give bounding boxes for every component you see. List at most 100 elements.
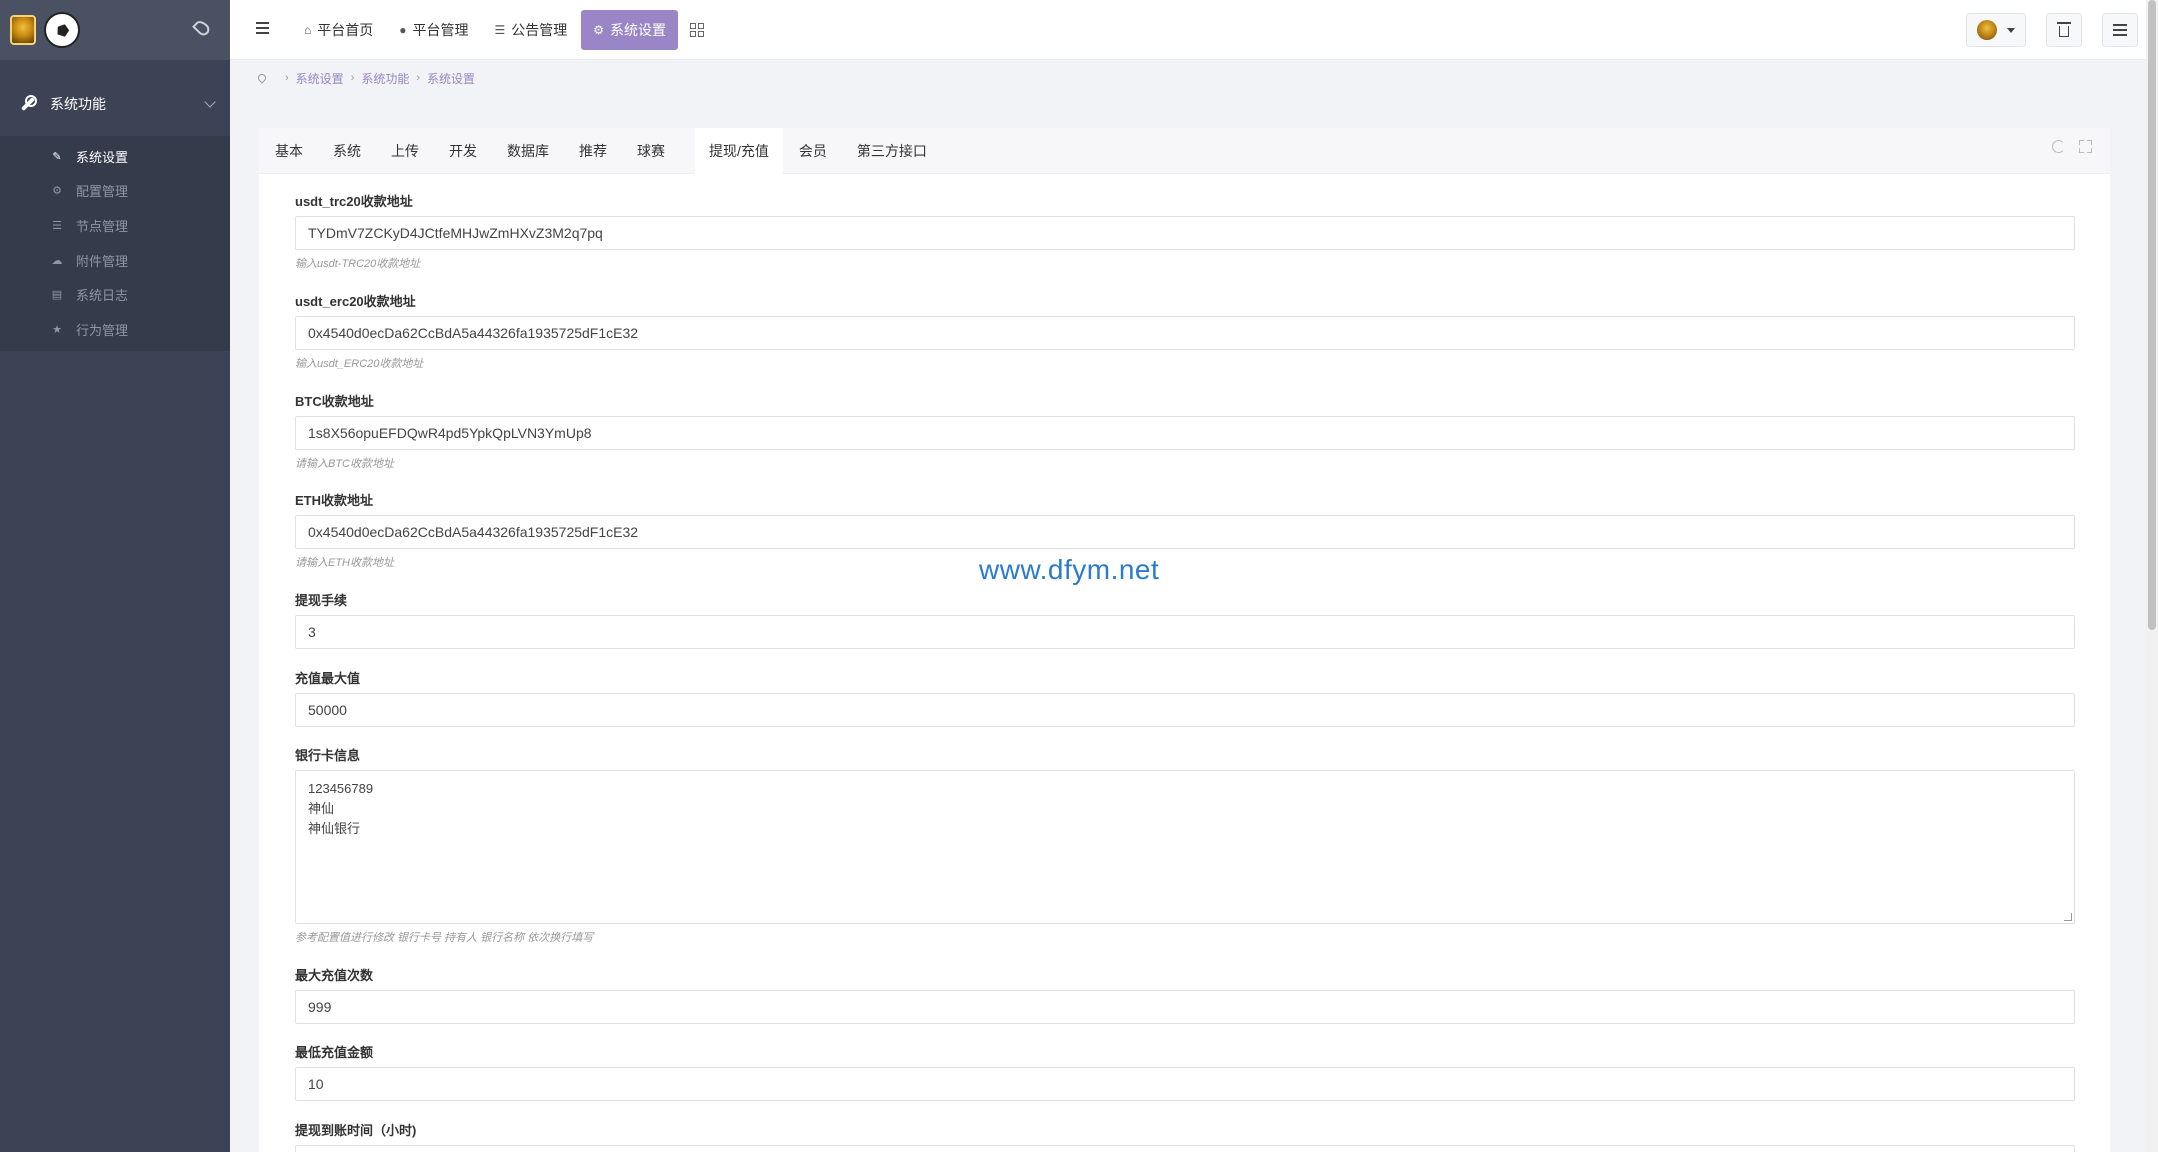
field-label: 提现到账时间（小时) (295, 1123, 417, 1138)
sidebar-item-nodes[interactable]: ☰ 节点管理 (0, 208, 230, 243)
field-arrival-time: 提现到账时间（小时) (295, 1123, 2075, 1152)
tab-upload[interactable]: 上传 (391, 128, 419, 174)
withdraw-fee-input[interactable]: 3 (295, 615, 2075, 649)
home-icon: ⌂ (304, 23, 312, 37)
sidebar-item-logs[interactable]: ▤ 系统日志 (0, 277, 230, 312)
cloud-icon: ☁ (51, 254, 63, 267)
field-usdt-erc20: usdt_erc20收款地址 0x4540d0ecDa62CcBdA5a4432… (295, 294, 2075, 371)
tab-recommend[interactable]: 推荐 (579, 128, 607, 174)
field-label: BTC收款地址 (295, 394, 374, 409)
field-min-amount: 最低充值金额 10 (295, 1045, 2075, 1101)
nav-notice[interactable]: ☰ 公告管理 (483, 10, 580, 50)
settings-tabs: 基本 系统 上传 开发 数据库 推荐 球赛 提现/充值 会员 第三方接口 (259, 127, 2110, 174)
field-help: 参考配置值进行修改 银行卡号 持有人 银行名称 依次换行填写 (295, 932, 594, 944)
textarea-line: 神仙银行 (308, 821, 361, 836)
grid-icon[interactable] (690, 22, 705, 38)
cogs-icon: ⚙ (52, 185, 62, 198)
user-menu-button[interactable] (1966, 13, 2026, 47)
sidebar-item-label: 系统设置 (76, 149, 129, 165)
field-label: 银行卡信息 (295, 748, 361, 763)
btc-input[interactable]: 1s8X56opuEFDQwR4pd5YpkQpLVN3YmUp8 (295, 416, 2075, 450)
sidebar-group-system[interactable]: 系统功能 (0, 72, 230, 136)
page-scrollbar[interactable] (2146, 0, 2158, 1152)
max-times-input[interactable]: 999 (295, 990, 2075, 1024)
tab-database[interactable]: 数据库 (507, 128, 549, 174)
wrench-icon: ✎ (52, 150, 62, 163)
field-help: 请输入ETH收款地址 (295, 557, 394, 569)
field-label: ETH收款地址 (295, 493, 374, 508)
usdt-erc20-input[interactable]: 0x4540d0ecDa62CcBdA5a44326fa1935725dF1cE… (295, 316, 2075, 350)
trash-icon (2057, 22, 2071, 37)
tab-basic[interactable]: 基本 (275, 128, 303, 174)
breadcrumb-separator: › (416, 72, 421, 84)
tab-third-party[interactable]: 第三方接口 (857, 128, 927, 174)
breadcrumb-separator: › (350, 72, 355, 84)
tab-develop[interactable]: 开发 (449, 128, 477, 174)
tab-match[interactable]: 球赛 (637, 128, 665, 174)
sidebar-item-label: 配置管理 (76, 184, 129, 200)
field-label: usdt_trc20收款地址 (295, 194, 413, 209)
resize-handle-icon[interactable] (2064, 913, 2072, 921)
sidebar-item-system-settings[interactable]: ✎ 系统设置 (0, 139, 230, 174)
max-recharge-input[interactable]: 50000 (295, 693, 2075, 727)
nav-label: 公告管理 (511, 22, 568, 38)
sidebar-submenu: ✎ 系统设置 ⚙ 配置管理 ☰ 节点管理 ☁ 附件管理 ▤ 系统日志 ★ 行为管理 (0, 136, 230, 351)
sidebar-item-label: 系统日志 (76, 288, 129, 304)
usdt-trc20-input[interactable]: TYDmV7ZCKyD4JCtfeMHJwZmHXvZ3M2q7pq (295, 216, 2075, 250)
location-icon (256, 72, 268, 84)
field-help: 输入usdt-TRC20收款地址 (295, 258, 421, 270)
sidebar: 系统功能 ✎ 系统设置 ⚙ 配置管理 ☰ 节点管理 ☁ 附件管理 ▤ 系统日志 ★ 行为管理 (0, 0, 230, 1152)
field-bank-info: 银行卡信息 123456789 神仙 神仙银行 参考配置值进行修改 银行卡号 持… (295, 748, 2075, 945)
field-max-times: 最大充值次数 999 (295, 968, 2075, 1024)
tab-system[interactable]: 系统 (333, 128, 361, 174)
menu-toggle-icon[interactable] (256, 22, 269, 34)
sidebar-item-config[interactable]: ⚙ 配置管理 (0, 174, 230, 209)
min-amount-input[interactable]: 10 (295, 1067, 2075, 1101)
list-icon: ☰ (52, 219, 62, 232)
nav-label: 平台管理 (412, 22, 469, 38)
tab-withdraw-recharge[interactable]: 提现/充值 (695, 127, 783, 174)
tab-member[interactable]: 会员 (799, 128, 827, 174)
nav-label: 系统设置 (610, 22, 667, 38)
field-eth: ETH收款地址 0x4540d0ecDa62CcBdA5a44326fa1935… (295, 493, 2075, 570)
wrench-icon (20, 95, 37, 112)
arrival-time-input[interactable] (295, 1145, 2075, 1152)
theme-drop-icon[interactable] (192, 18, 212, 38)
list-icon: ☰ (494, 23, 506, 37)
user-icon: ● (399, 23, 407, 37)
club-logo-icon (10, 15, 36, 45)
breadcrumb-separator: › (285, 72, 289, 84)
field-withdraw-fee: 提现手续 3 (295, 593, 2075, 649)
clear-cache-button[interactable] (2046, 13, 2082, 47)
field-btc: BTC收款地址 1s8X56opuEFDQwR4pd5YpkQpLVN3YmUp… (295, 394, 2075, 471)
field-label: 提现手续 (295, 593, 348, 608)
breadcrumb-item[interactable]: 系统设置 (296, 70, 344, 87)
breadcrumb-item[interactable]: 系统功能 (361, 70, 409, 87)
field-max-recharge: 充值最大值 50000 (295, 671, 2075, 727)
scrollbar-thumb[interactable] (2148, 0, 2156, 630)
bank-info-textarea[interactable]: 123456789 神仙 神仙银行 (295, 770, 2075, 924)
nav-platform[interactable]: ● 平台管理 (387, 10, 480, 50)
top-header: ⌂ 平台首页 ● 平台管理 ☰ 公告管理 ⚙ 系统设置 (230, 0, 2158, 60)
soccer-ball-logo-icon (44, 12, 80, 48)
settings-panel-button[interactable] (2102, 13, 2138, 47)
gear-icon: ⚙ (593, 23, 605, 37)
refresh-icon[interactable] (2052, 140, 2065, 153)
eth-input[interactable]: 0x4540d0ecDa62CcBdA5a44326fa1935725dF1cE… (295, 515, 2075, 549)
textarea-line: 神仙 (308, 801, 335, 816)
sidebar-item-behavior[interactable]: ★ 行为管理 (0, 312, 230, 347)
nav-home[interactable]: ⌂ 平台首页 (292, 10, 385, 50)
field-help: 请输入BTC收款地址 (295, 458, 394, 470)
field-usdt-trc20: usdt_trc20收款地址 TYDmV7ZCKyD4JCtfeMHJwZmHX… (295, 194, 2075, 271)
nav-settings[interactable]: ⚙ 系统设置 (581, 10, 679, 50)
watermark: www.dfym.net (979, 554, 1160, 585)
breadcrumb-item[interactable]: 系统设置 (427, 70, 475, 87)
expand-icon[interactable] (2079, 140, 2092, 153)
avatar (1977, 20, 1997, 40)
sidebar-item-label: 节点管理 (76, 218, 129, 234)
chevron-down-icon (204, 96, 216, 108)
header-right-tools (1946, 13, 2138, 47)
sidebar-item-attachments[interactable]: ☁ 附件管理 (0, 243, 230, 278)
field-label: 充值最大值 (295, 671, 361, 686)
field-label: 最大充值次数 (295, 968, 374, 983)
